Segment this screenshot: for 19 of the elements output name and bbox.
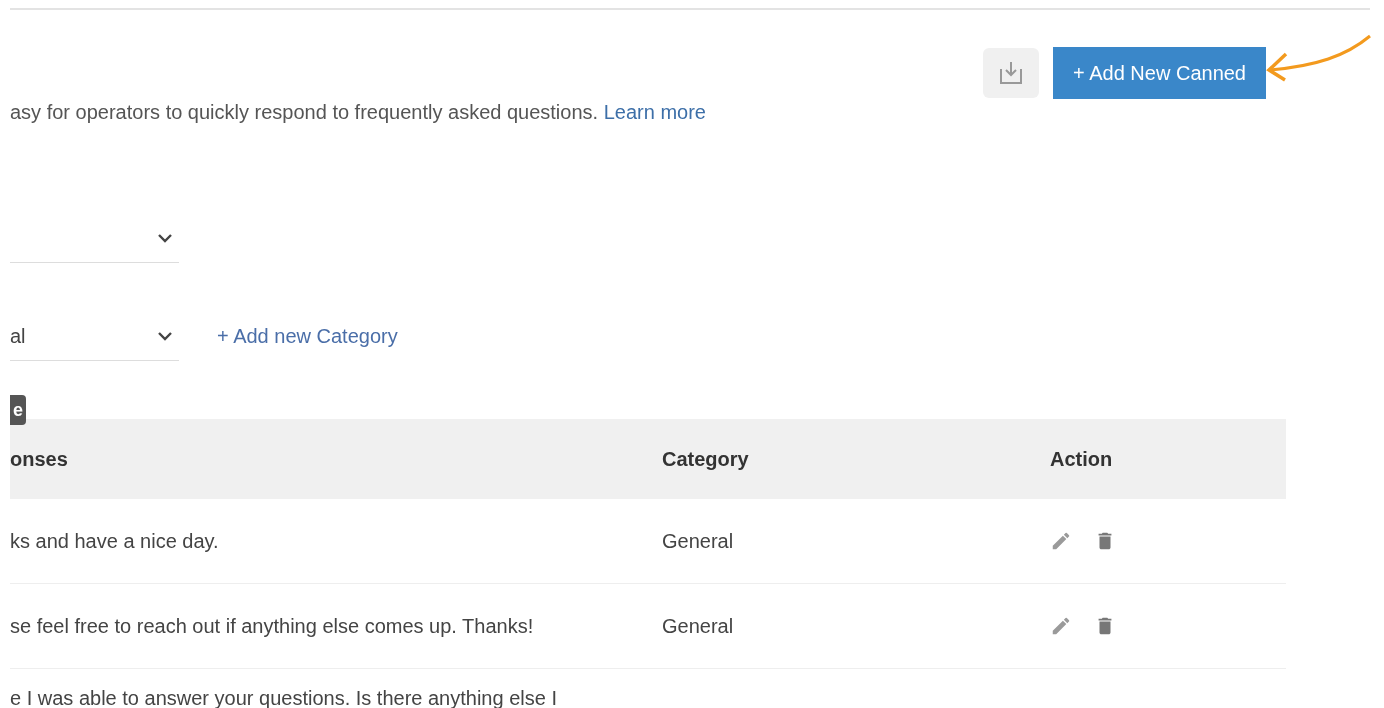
dropdown-field[interactable]: al [10,311,179,361]
table-cell-text: General [662,614,735,639]
column-header: Category [662,447,750,472]
chevron-down-icon [157,232,173,243]
learn-more-link[interactable]: Learn more [603,101,706,123]
pencil-icon[interactable] [1050,615,1072,637]
add-category-link[interactable]: + Add new Category [217,321,398,351]
column-header: Action [1050,447,1114,472]
add-new-canned-button[interactable]: + Add New Canned [1053,47,1266,99]
column-header: onses [10,447,69,472]
import-button[interactable] [983,48,1040,98]
table-cell-text: General [662,529,735,554]
table-cell-text: se feel free to reach out if anything else comes up. Thanks! [10,614,535,639]
chevron-down-icon [157,330,173,341]
description-text: asy for operators to quickly respond to frequently asked questions. Learn more [9,100,707,125]
table-cell-text: ks and have a nice day. [10,529,220,554]
dropdown-value: al [10,324,26,347]
pencil-icon[interactable] [1050,530,1072,552]
badge: e [10,395,26,425]
